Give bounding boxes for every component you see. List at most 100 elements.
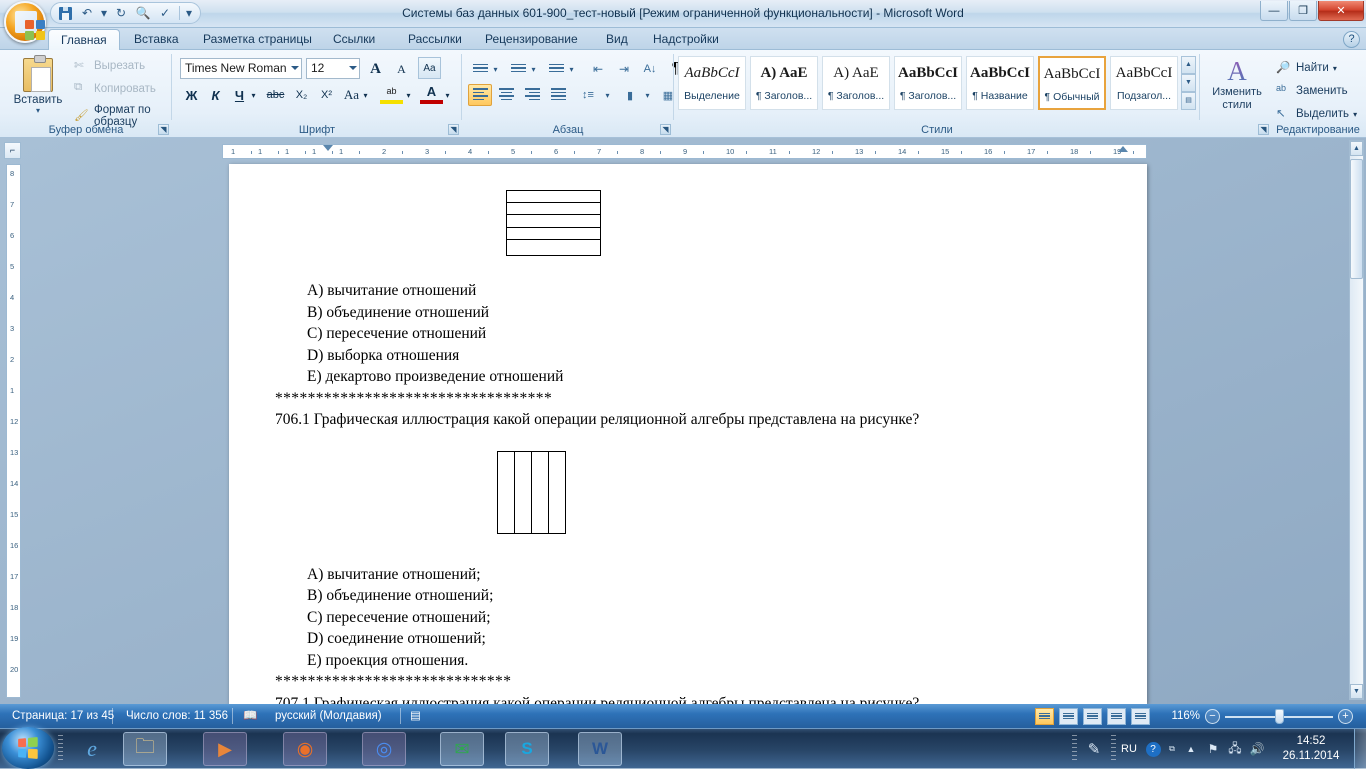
style-item-2[interactable]: A) AaE ¶ Заголов...: [822, 56, 890, 110]
grow-font-button[interactable]: A: [364, 58, 387, 80]
window-controls[interactable]: — ❐ ✕: [1260, 1, 1364, 21]
undo-dropdown-icon[interactable]: ▾: [99, 4, 109, 22]
outline-icon[interactable]: [1107, 707, 1126, 725]
tab-insert[interactable]: Вставка: [122, 29, 191, 50]
save-icon[interactable]: [55, 4, 75, 22]
align-center-button[interactable]: [494, 84, 518, 106]
volume-icon[interactable]: 🔊: [1246, 738, 1268, 760]
bullets-button[interactable]: [468, 58, 492, 80]
paragraph-dialog-launcher[interactable]: ◥: [660, 124, 671, 135]
help-icon[interactable]: ?: [1343, 31, 1360, 48]
taskbar-internet-explorer[interactable]: e: [70, 732, 114, 766]
horizontal-ruler[interactable]: 1 1 1 1 1 2 3 4 5 6 7 8 9 10 11 12 13 14 15 16 17 18 19: [222, 144, 1147, 159]
taskbar-mozilla-firefox[interactable]: ◉: [283, 732, 327, 766]
network-icon[interactable]: 🖧: [1224, 738, 1246, 760]
show-hidden-icons-icon[interactable]: ▲: [1180, 738, 1202, 760]
highlight-dropdown-icon[interactable]: ▾: [403, 84, 414, 106]
font-dialog-launcher[interactable]: ◥: [448, 124, 459, 135]
sort-button[interactable]: A↓: [638, 58, 662, 80]
multilevel-dropdown-icon[interactable]: ▾: [566, 58, 577, 80]
tab-addins[interactable]: Надстройки: [641, 29, 731, 50]
font-family-combo[interactable]: Times New Roman: [180, 58, 302, 79]
change-case-dropdown-icon[interactable]: ▾: [360, 84, 371, 106]
tray-grip[interactable]: [1072, 735, 1077, 763]
taskbar-google-chrome[interactable]: ◎: [362, 732, 406, 766]
replace-button[interactable]: ab Заменить: [1276, 83, 1348, 99]
tablet-pen-icon[interactable]: ✎: [1077, 738, 1111, 760]
zoom-slider[interactable]: [1225, 708, 1333, 724]
scroll-up-icon[interactable]: ▲: [1350, 141, 1363, 156]
styles-gallery-scroll[interactable]: ▲ ▼ ▤: [1181, 56, 1196, 110]
tray-grip-2[interactable]: [1111, 735, 1116, 763]
zoom-out-button[interactable]: −: [1205, 708, 1220, 724]
tab-selector-button[interactable]: ⌐: [4, 142, 21, 159]
highlight-button[interactable]: ab: [380, 82, 403, 104]
style-item-4[interactable]: AaBbCcI ¶ Название: [966, 56, 1034, 110]
document-body[interactable]: A) вычитание отношений B) объединение от…: [229, 190, 1147, 704]
cut-button[interactable]: ✄ Вырезать: [74, 58, 145, 74]
styles-scroll-up-icon[interactable]: ▲: [1181, 56, 1196, 74]
action-center-flag-icon[interactable]: ⚑: [1202, 738, 1224, 760]
find-button[interactable]: 🔎 Найти ▾: [1276, 60, 1337, 76]
web-layout-icon[interactable]: [1083, 707, 1102, 725]
vertical-scrollbar[interactable]: ▲ ▼: [1349, 140, 1364, 700]
bullets-dropdown-icon[interactable]: ▾: [490, 58, 501, 80]
style-item-5-selected[interactable]: AaBbCcI ¶ Обычный: [1038, 56, 1106, 110]
taskbar-skype[interactable]: S: [505, 732, 549, 766]
first-line-indent-marker[interactable]: [323, 145, 333, 151]
clipboard-dialog-launcher[interactable]: ◥: [158, 124, 169, 135]
draft-icon[interactable]: [1131, 707, 1150, 725]
macro-icon[interactable]: ▤: [410, 704, 428, 728]
clear-formatting-button[interactable]: Aa: [418, 57, 441, 79]
language-indicator[interactable]: русский (Молдавия): [275, 704, 382, 728]
zoom-in-button[interactable]: +: [1338, 708, 1353, 724]
font-size-combo[interactable]: 12: [306, 58, 360, 79]
numbering-dropdown-icon[interactable]: ▾: [528, 58, 539, 80]
superscript-button[interactable]: X²: [315, 84, 338, 106]
tray-expand-icon[interactable]: ⧉: [1164, 738, 1180, 760]
styles-more-icon[interactable]: ▤: [1181, 92, 1196, 110]
paste-dropdown-icon[interactable]: ▾: [10, 106, 66, 115]
styles-dialog-launcher[interactable]: ◥: [1258, 124, 1269, 135]
quick-access-toolbar[interactable]: ↶ ▾ ↻ 🔍 ✓ ▾: [50, 2, 201, 24]
style-item-1[interactable]: A) AaE ¶ Заголов...: [750, 56, 818, 110]
multilevel-list-button[interactable]: [544, 58, 568, 80]
justify-button[interactable]: [546, 84, 570, 106]
align-right-button[interactable]: [520, 84, 544, 106]
style-item-6[interactable]: AaBbCcI Подзагол...: [1110, 56, 1178, 110]
full-screen-reading-icon[interactable]: [1059, 707, 1078, 725]
redo-icon[interactable]: ↻: [111, 4, 131, 22]
proofing-errors-icon[interactable]: 📖: [243, 704, 261, 728]
tab-page-layout[interactable]: Разметка страницы: [191, 29, 324, 50]
undo-icon[interactable]: ↶: [77, 4, 97, 22]
chevron-down-icon[interactable]: [349, 66, 357, 70]
word-count[interactable]: Число слов: 11 356: [126, 704, 228, 728]
clock[interactable]: 14:52 26.11.2014: [1268, 734, 1354, 764]
chevron-down-icon[interactable]: [291, 66, 299, 70]
numbering-button[interactable]: [506, 58, 530, 80]
close-button[interactable]: ✕: [1318, 1, 1364, 21]
start-button[interactable]: [2, 727, 54, 769]
subscript-button[interactable]: X₂: [290, 84, 313, 106]
shading-button[interactable]: ▮: [618, 84, 642, 106]
page-indicator[interactable]: Страница: 17 из 45: [12, 704, 114, 728]
bold-button[interactable]: Ж: [180, 84, 203, 106]
style-item-0[interactable]: AaBbCcI Выделение: [678, 56, 746, 110]
shrink-font-button[interactable]: A: [390, 58, 413, 80]
zoom-level[interactable]: 116%: [1166, 710, 1200, 722]
scroll-down-icon[interactable]: ▼: [1350, 684, 1363, 699]
taskbar-microsoft-word[interactable]: W: [578, 732, 622, 766]
italic-button[interactable]: К: [204, 84, 227, 106]
tab-mailings[interactable]: Рассылки: [396, 29, 474, 50]
zoom-slider-knob[interactable]: [1275, 708, 1284, 724]
show-desktop-button[interactable]: [1354, 729, 1366, 769]
paste-button[interactable]: Вставить ▾: [10, 55, 66, 115]
style-item-3[interactable]: AaBbCcI ¶ Заголов...: [894, 56, 962, 110]
taskbar-windows-explorer[interactable]: 🗀: [123, 732, 167, 766]
taskbar-mail-client[interactable]: ✉: [440, 732, 484, 766]
taskbar-grip[interactable]: [58, 735, 63, 763]
tab-view[interactable]: Вид: [594, 29, 640, 50]
increase-indent-button[interactable]: ⇥: [612, 58, 636, 80]
strikethrough-button[interactable]: abc: [264, 84, 287, 106]
print-preview-icon[interactable]: 🔍: [133, 4, 153, 22]
